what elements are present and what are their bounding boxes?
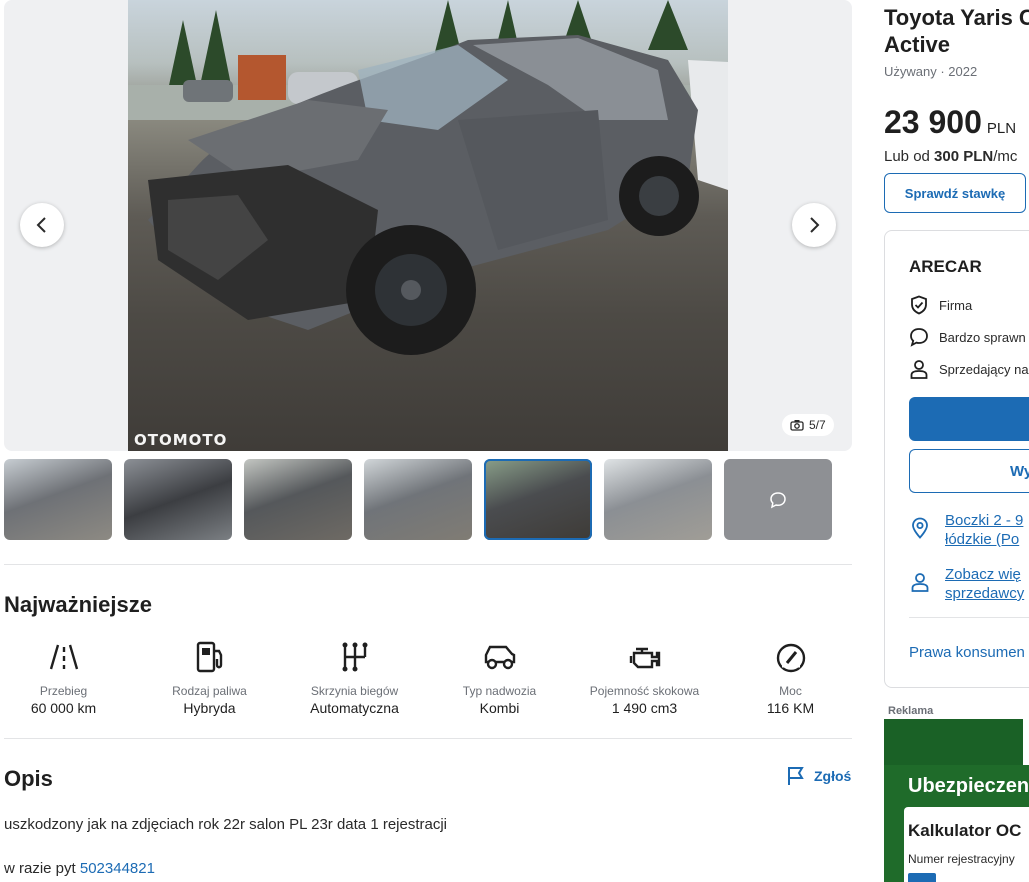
thumbnail-1[interactable] [4, 459, 112, 540]
feature-value: Hybryda [183, 700, 236, 716]
seller-name: ARECAR [909, 257, 982, 276]
chat-bubble-icon [910, 328, 928, 347]
seller-offers-link[interactable]: Zobacz wię sprzedawcy [909, 565, 1024, 603]
thumbnail-more[interactable] [724, 459, 832, 540]
feature-power: Moc 116 KM [718, 640, 863, 716]
ad-calculator-box: Kalkulator OC Numer rejestracyjny [904, 807, 1029, 882]
insurance-ad[interactable]: Ubezpieczen Kalkulator OC Numer rejestra… [884, 719, 1029, 882]
feature-gearbox: Skrzynia biegów Automatyczna [282, 640, 427, 716]
ad-label: Reklama [888, 705, 934, 717]
car-body-icon [484, 645, 515, 670]
photo-gallery: OTOMOTO 5/7 [4, 0, 852, 451]
fuel-pump-icon [196, 641, 222, 673]
ad-top-strip [884, 719, 1029, 765]
seller-card-divider [909, 617, 1029, 618]
listing-title: Toyota Yaris C Active [884, 4, 1029, 58]
highlights-list: Przebieg 60 000 km Rodzaj paliwa Hybryda… [4, 640, 852, 720]
listing-title-line-2: Active [884, 32, 951, 57]
phone-number-link[interactable]: 502344821 [80, 860, 155, 877]
seller-row-since: Sprzedający na [909, 359, 1029, 379]
feature-value: 60 000 km [30, 700, 97, 716]
thumbnail-2[interactable] [124, 459, 232, 540]
chevron-left-icon [36, 217, 46, 233]
feature-engine-capacity: Pojemność skokowa 1 490 cm3 [572, 640, 717, 716]
seller-row-label: Sprzedający na [939, 361, 1029, 377]
listing-meta: Używany · 2022 [884, 64, 978, 79]
next-photo-button[interactable] [792, 203, 836, 247]
feature-mileage: Przebieg 60 000 km [0, 640, 136, 716]
feature-value: 116 KM [766, 700, 815, 716]
shield-check-icon [911, 295, 927, 315]
show-phone-button[interactable] [909, 397, 1029, 441]
ad-plate-flag [908, 873, 936, 882]
feature-label: Typ nadwozia [462, 684, 537, 698]
check-rate-button[interactable]: Sprawdź stawkę [884, 173, 1026, 213]
previous-photo-button[interactable] [20, 203, 64, 247]
chevron-right-icon [810, 217, 820, 233]
offers-line-1[interactable]: Zobacz wię [945, 565, 1024, 584]
description-heading: Opis [4, 766, 53, 791]
address-line-2[interactable]: łódzkie (Po [945, 530, 1023, 549]
flag-icon [788, 767, 804, 785]
seller-row-label: Firma [939, 297, 973, 313]
thumbnail-6[interactable] [604, 459, 712, 540]
feature-value: 1 490 cm3 [611, 700, 678, 716]
thumbnail-strip [4, 459, 852, 540]
finance-suffix: /mc [993, 148, 1018, 165]
ad-headline: Ubezpieczen [908, 775, 1029, 797]
thumbnail-4[interactable] [364, 459, 472, 540]
description-line-2-prefix: w razie pyt [4, 860, 80, 877]
finance-amount: 300 PLN [934, 148, 994, 165]
engine-icon [629, 647, 660, 669]
seller-card: ARECAR Firma Bardzo sprawn Sprzedający n… [884, 230, 1029, 688]
seller-row-company: Firma [909, 295, 972, 315]
consumer-rights-link[interactable]: Prawa konsumen [909, 644, 1025, 661]
seller-row-response: Bardzo sprawn [909, 327, 1026, 347]
description-line-1: uszkodzony jak na zdjęciach rok 22r salo… [4, 816, 448, 833]
highlights-heading: Najważniejsze [4, 592, 152, 617]
feature-value: Kombi [479, 700, 520, 716]
section-divider-1 [4, 564, 852, 565]
price-amount: 23 900 [884, 104, 982, 140]
feature-label: Moc [779, 684, 802, 698]
photo-counter: 5/7 [782, 414, 834, 436]
road-icon [49, 644, 78, 670]
description-line-2: w razie pyt 502344821 [4, 860, 155, 877]
offers-line-2[interactable]: sprzedawcy [945, 584, 1024, 603]
report-label: Zgłoś [814, 768, 852, 784]
feature-fuel: Rodzaj paliwa Hybryda [137, 640, 282, 716]
gearbox-icon [342, 642, 367, 672]
address-line-1[interactable]: Boczki 2 - 9 [945, 511, 1023, 530]
person-icon [911, 573, 929, 592]
location-pin-icon [912, 517, 928, 539]
feature-label: Pojemność skokowa [589, 684, 700, 698]
main-photo[interactable]: OTOMOTO [128, 0, 728, 451]
finance-info: Lub od 300 PLN/mc [884, 148, 1017, 165]
section-divider-2 [4, 738, 852, 739]
seller-row-label: Bardzo sprawn [939, 329, 1026, 345]
listing-title-line-1: Toyota Yaris C [884, 5, 1029, 30]
photo-counter-text: 5/7 [809, 418, 826, 432]
report-button[interactable]: Zgłoś [786, 766, 851, 786]
camera-icon [790, 420, 804, 431]
ad-registration-label: Numer rejestracyjny [908, 852, 1015, 866]
feature-body-type: Typ nadwozia Kombi [427, 640, 572, 716]
speedometer-icon [776, 643, 805, 673]
thumbnail-5-active[interactable] [484, 459, 592, 540]
finance-prefix: Lub od [884, 148, 935, 165]
send-message-button[interactable]: Wy [909, 449, 1029, 493]
seller-address-link[interactable]: Boczki 2 - 9 łódzkie (Po [909, 511, 1023, 549]
person-icon [910, 360, 928, 379]
feature-label: Rodzaj paliwa [172, 684, 247, 698]
feature-label: Przebieg [39, 684, 88, 698]
ad-calculator-title: Kalkulator OC [908, 821, 1022, 840]
thumbnail-3[interactable] [244, 459, 352, 540]
feature-value: Automatyczna [310, 700, 399, 716]
otomoto-watermark: OTOMOTO [134, 431, 228, 449]
damaged-car-image [148, 35, 728, 355]
price: 23 900 PLN [884, 104, 1016, 141]
price-currency: PLN [986, 120, 1017, 137]
feature-label: Skrzynia biegów [310, 684, 399, 698]
chat-bubble-icon [770, 491, 786, 508]
